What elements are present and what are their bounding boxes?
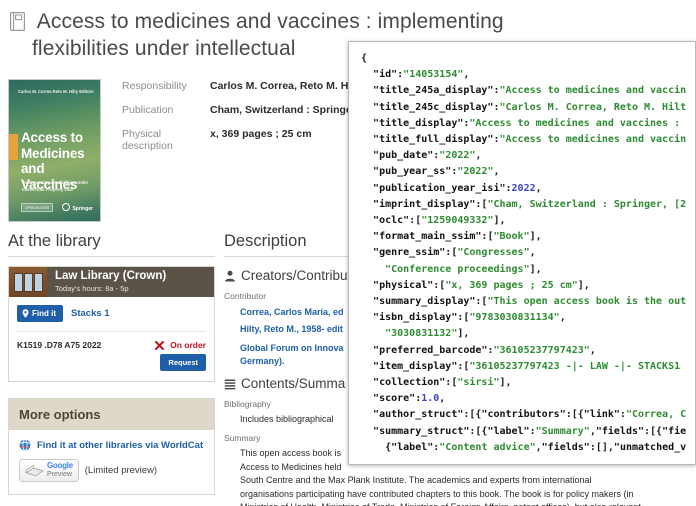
library-title-block: Law Library (Crown) Today's hours: 8a - …: [47, 267, 166, 297]
json-line: "format_main_ssim":["Book"],: [373, 231, 542, 243]
at-the-library-heading: At the library: [8, 232, 215, 257]
summary-line: organisations participating have contrib…: [240, 488, 634, 499]
google-book-icon: [25, 464, 44, 477]
summary-line: South Centre and the Max Plank Institute…: [240, 475, 592, 485]
book-cover-image: Carlos M. Correa Reto M. Hilty Editors A…: [8, 79, 101, 222]
more-options-body: Find it at other libraries via WorldCat …: [9, 430, 214, 494]
summary-line: Ministries of Health, Ministries of Trad…: [240, 501, 695, 506]
metadata-label: Publication: [122, 104, 174, 116]
json-line: "summary_struct":[{"label":"Summary","fi…: [373, 425, 687, 437]
json-line: "item_display":["36105237797423 -|- LAW …: [373, 360, 681, 372]
json-line: "Conference proceedings"],: [385, 263, 542, 275]
request-button[interactable]: Request: [160, 354, 206, 371]
at-the-library-section: At the library Law Library (Crown) Today…: [8, 232, 215, 495]
json-line: "pub_year_ss":"2022",: [373, 166, 500, 178]
json-line: "title_full_display":"Access to medicine…: [373, 134, 687, 146]
json-line: "id":"14053154",: [373, 69, 470, 81]
person-icon: [225, 270, 235, 281]
more-options-heading: More options: [9, 399, 214, 430]
worldcat-link-label: Find it at other libraries via WorldCat: [37, 439, 204, 451]
library-card-header: Law Library (Crown) Today's hours: 8a - …: [9, 267, 214, 297]
library-holding-card: Law Library (Crown) Today's hours: 8a - …: [8, 266, 215, 382]
json-line: "title_245a_display":"Access to medicine…: [373, 85, 687, 97]
json-line: "3030831132"],: [385, 328, 470, 340]
metadata-value: Cham, Switzerland : Springer,: [210, 104, 359, 116]
library-building-photo: [9, 267, 47, 297]
cover-open-access-badge: OPEN ACCESS: [21, 203, 54, 212]
book-icon: [10, 12, 25, 31]
google-preview-row: Google Preview (Limited preview): [19, 459, 204, 482]
cover-publisher-label: Springer: [72, 206, 93, 212]
google-brand-text: Google: [47, 461, 73, 470]
library-card-body: Find it Stacks 1 K1519 .D78 A75 2022 On …: [9, 297, 214, 381]
status-badge: On order: [170, 340, 206, 350]
json-line: "preferred_barcode":"36105237797423",: [373, 344, 596, 356]
library-name: Law Library (Crown): [55, 270, 167, 282]
contents-heading-label: Contents/Summa: [241, 376, 346, 391]
metadata-label: Responsibility: [122, 80, 187, 92]
cover-accent-band: [9, 134, 18, 160]
find-it-label: Find it: [32, 309, 56, 318]
worldcat-link[interactable]: Find it at other libraries via WorldCat: [19, 439, 204, 451]
more-options-card: More options Find it at other libraries …: [8, 398, 215, 495]
json-line: "author_struct":[{"contributors":[{"link…: [373, 409, 687, 421]
google-preview-wordmark: Google Preview: [47, 462, 73, 479]
json-line: "isbn_display":["9783030831134",: [373, 312, 566, 324]
json-popup-panel[interactable]: { "id":"14053154", "title_245a_display":…: [348, 41, 696, 465]
call-number: K1519 .D78 A75 2022: [17, 340, 102, 350]
google-preview-note: (Limited preview): [84, 465, 158, 476]
json-line: "score":1.0,: [373, 393, 446, 405]
json-line: "collection":["sirsi"],: [373, 377, 512, 389]
cover-publisher: Springer: [62, 203, 93, 212]
json-line: "title_display":"Access to medicines and…: [373, 117, 687, 129]
google-preview-button[interactable]: Google Preview: [19, 459, 79, 482]
find-it-row: Find it Stacks 1: [17, 305, 206, 322]
metadata-value: Carlos M. Correa, Reto M. Hilty: [210, 80, 364, 92]
json-line: "physical":["x, 369 pages ; 25 cm"],: [373, 279, 590, 291]
creators-heading-label: Creators/Contribut: [241, 268, 352, 283]
json-line: "publication_year_isi":2022,: [373, 182, 542, 194]
json-line: {: [361, 53, 368, 64]
location-label[interactable]: Stacks 1: [71, 308, 110, 319]
json-line: "title_245c_display":"Carlos M. Correa, …: [373, 101, 687, 113]
list-icon: [224, 379, 236, 389]
request-row: Request: [17, 354, 206, 371]
page-title-line1: Access to medicines and vaccines : imple…: [36, 10, 504, 33]
preview-brand-text: Preview: [47, 471, 72, 478]
x-mark-icon: [155, 340, 165, 350]
json-line: "imprint_display":["Cham, Switzerland : …: [373, 198, 687, 210]
json-content: { "id":"14053154", "title_245a_display":…: [349, 42, 695, 456]
map-pin-icon: [22, 309, 29, 318]
cover-authors: Carlos M. Correa Reto M. Hilty Editors: [18, 89, 94, 94]
library-hours: Today's hours: 8a - 5p: [55, 284, 129, 293]
metadata-label: Physical description: [122, 128, 173, 152]
json-line: "pub_date":"2022",: [373, 150, 482, 162]
json-line: "summary_display":["This open access boo…: [373, 296, 687, 308]
json-line: {"label":"Content advice","fields":[],"u…: [361, 441, 687, 453]
page-root: Access to medicines and vaccines : imple…: [0, 0, 696, 506]
call-number-row: K1519 .D78 A75 2022 On order: [17, 331, 206, 350]
worldcat-icon: [19, 439, 31, 451]
json-line: "oclc":["1259049332"],: [373, 215, 506, 227]
json-line: "genre_ssim":["Congresses",: [373, 247, 536, 259]
metadata-value: x, 369 pages ; 25 cm: [210, 128, 312, 140]
cover-subtitle: Implementing Flexibilities Under Intelle…: [22, 180, 89, 192]
find-it-button[interactable]: Find it: [17, 305, 63, 322]
